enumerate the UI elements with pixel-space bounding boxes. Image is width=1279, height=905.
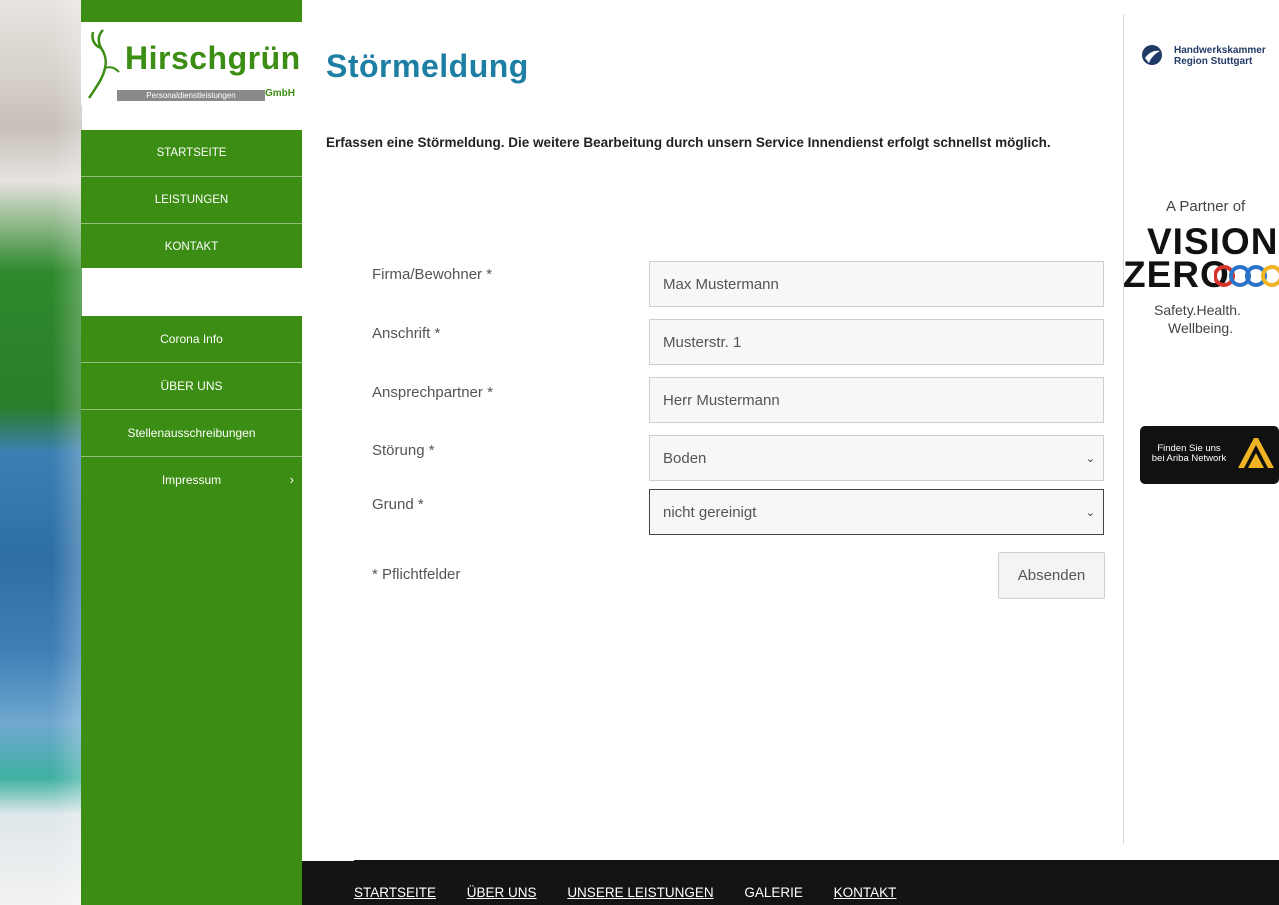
brand-logo[interactable]: Hirschgrün Personaldienstleistungen GmbH bbox=[81, 22, 302, 105]
ariba-logo-icon bbox=[1238, 438, 1274, 468]
nav-item-stellenausschreibungen[interactable]: Stellenausschreibungen bbox=[81, 410, 302, 457]
ariba-line2: bei Ariba Network bbox=[1151, 453, 1227, 464]
vision-zero-rings-icon bbox=[1214, 265, 1279, 287]
nav-item-kontakt[interactable]: KONTAKT bbox=[81, 224, 302, 270]
nav-item-ueber-uns[interactable]: ÜBER UNS bbox=[81, 363, 302, 410]
stoerung-select-value: Boden bbox=[663, 450, 707, 467]
nav-item-startseite[interactable]: STARTSEITE bbox=[81, 130, 302, 177]
label-ansprechpartner: Ansprechpartner * bbox=[372, 384, 493, 401]
brand-subtitle: Personaldienstleistungen bbox=[117, 90, 265, 101]
footer-link-galerie[interactable]: GALERIE bbox=[744, 885, 803, 900]
page-title: Störmeldung bbox=[326, 48, 529, 84]
vision-zero-tagline-1: Safety.Health. bbox=[1154, 302, 1241, 318]
handwerkskammer-text[interactable]: Handwerkskammer Region Stuttgart bbox=[1174, 45, 1266, 67]
nav-item-impressum[interactable]: Impressum › bbox=[81, 457, 302, 503]
label-grund: Grund * bbox=[372, 496, 424, 513]
chevron-down-icon: ⌄ bbox=[1085, 453, 1095, 465]
nav-item-impressum-label: Impressum bbox=[161, 473, 222, 487]
grund-select-value: nicht gereinigt bbox=[663, 504, 757, 521]
sidebar-top-bar bbox=[81, 0, 302, 22]
right-divider bbox=[1123, 14, 1124, 844]
chevron-right-icon: › bbox=[289, 472, 294, 487]
footer-link-leistungen[interactable]: UNSERE LEISTUNGEN bbox=[567, 885, 713, 900]
firma-input[interactable]: Max Mustermann bbox=[649, 261, 1104, 307]
footer-link-kontakt[interactable]: KONTAKT bbox=[834, 885, 897, 900]
chevron-down-icon: ⌄ bbox=[1085, 507, 1095, 519]
footer-link-startseite[interactable]: STARTSEITE bbox=[354, 885, 436, 900]
footer-accent-line bbox=[302, 859, 354, 861]
nav-item-corona-info[interactable]: Corona Info bbox=[81, 316, 302, 363]
sidebar: Hirschgrün Personaldienstleistungen GmbH… bbox=[81, 0, 302, 905]
anschrift-input[interactable]: Musterstr. 1 bbox=[649, 319, 1104, 365]
secondary-nav: Corona Info ÜBER UNS Stellenausschreibun… bbox=[81, 316, 302, 905]
hwk-line2: Region Stuttgart bbox=[1174, 56, 1253, 67]
handwerkskammer-logo-icon[interactable] bbox=[1141, 44, 1163, 66]
nav-item-leistungen[interactable]: LEISTUNGEN bbox=[81, 177, 302, 224]
ariba-network-badge[interactable]: Finden Sie uns bei Ariba Network bbox=[1140, 426, 1279, 484]
primary-nav: STARTSEITE LEISTUNGEN KONTAKT bbox=[81, 130, 302, 268]
ansprechpartner-input[interactable]: Herr Mustermann bbox=[649, 377, 1104, 423]
vision-zero-tagline-2: Wellbeing. bbox=[1168, 320, 1234, 336]
hwk-line1: Handwerkskammer bbox=[1174, 45, 1266, 56]
label-stoerung: Störung * bbox=[372, 442, 435, 459]
vision-zero-partner-text: A Partner of bbox=[1166, 198, 1246, 215]
brand-name: Hirschgrün bbox=[125, 40, 301, 76]
hero-photo-strip bbox=[0, 0, 82, 905]
ariba-text: Finden Sie uns bei Ariba Network bbox=[1143, 444, 1235, 464]
stoerung-select[interactable]: Boden ⌄ bbox=[649, 435, 1104, 481]
label-firma: Firma/Bewohner * bbox=[372, 266, 493, 283]
submit-button[interactable]: Absenden bbox=[998, 552, 1105, 599]
footer-nav: STARTSEITE ÜBER UNS UNSERE LEISTUNGEN GA… bbox=[354, 885, 923, 900]
footer-link-ueber-uns[interactable]: ÜBER UNS bbox=[467, 885, 537, 900]
brand-suffix: GmbH bbox=[265, 88, 295, 99]
grund-select[interactable]: nicht gereinigt ⌄ bbox=[649, 489, 1104, 535]
label-anschrift: Anschrift * bbox=[372, 325, 441, 342]
intro-text: Erfassen eine Störmeldung. Die weitere B… bbox=[326, 135, 1051, 150]
required-note: * Pflichtfelder bbox=[372, 566, 461, 583]
